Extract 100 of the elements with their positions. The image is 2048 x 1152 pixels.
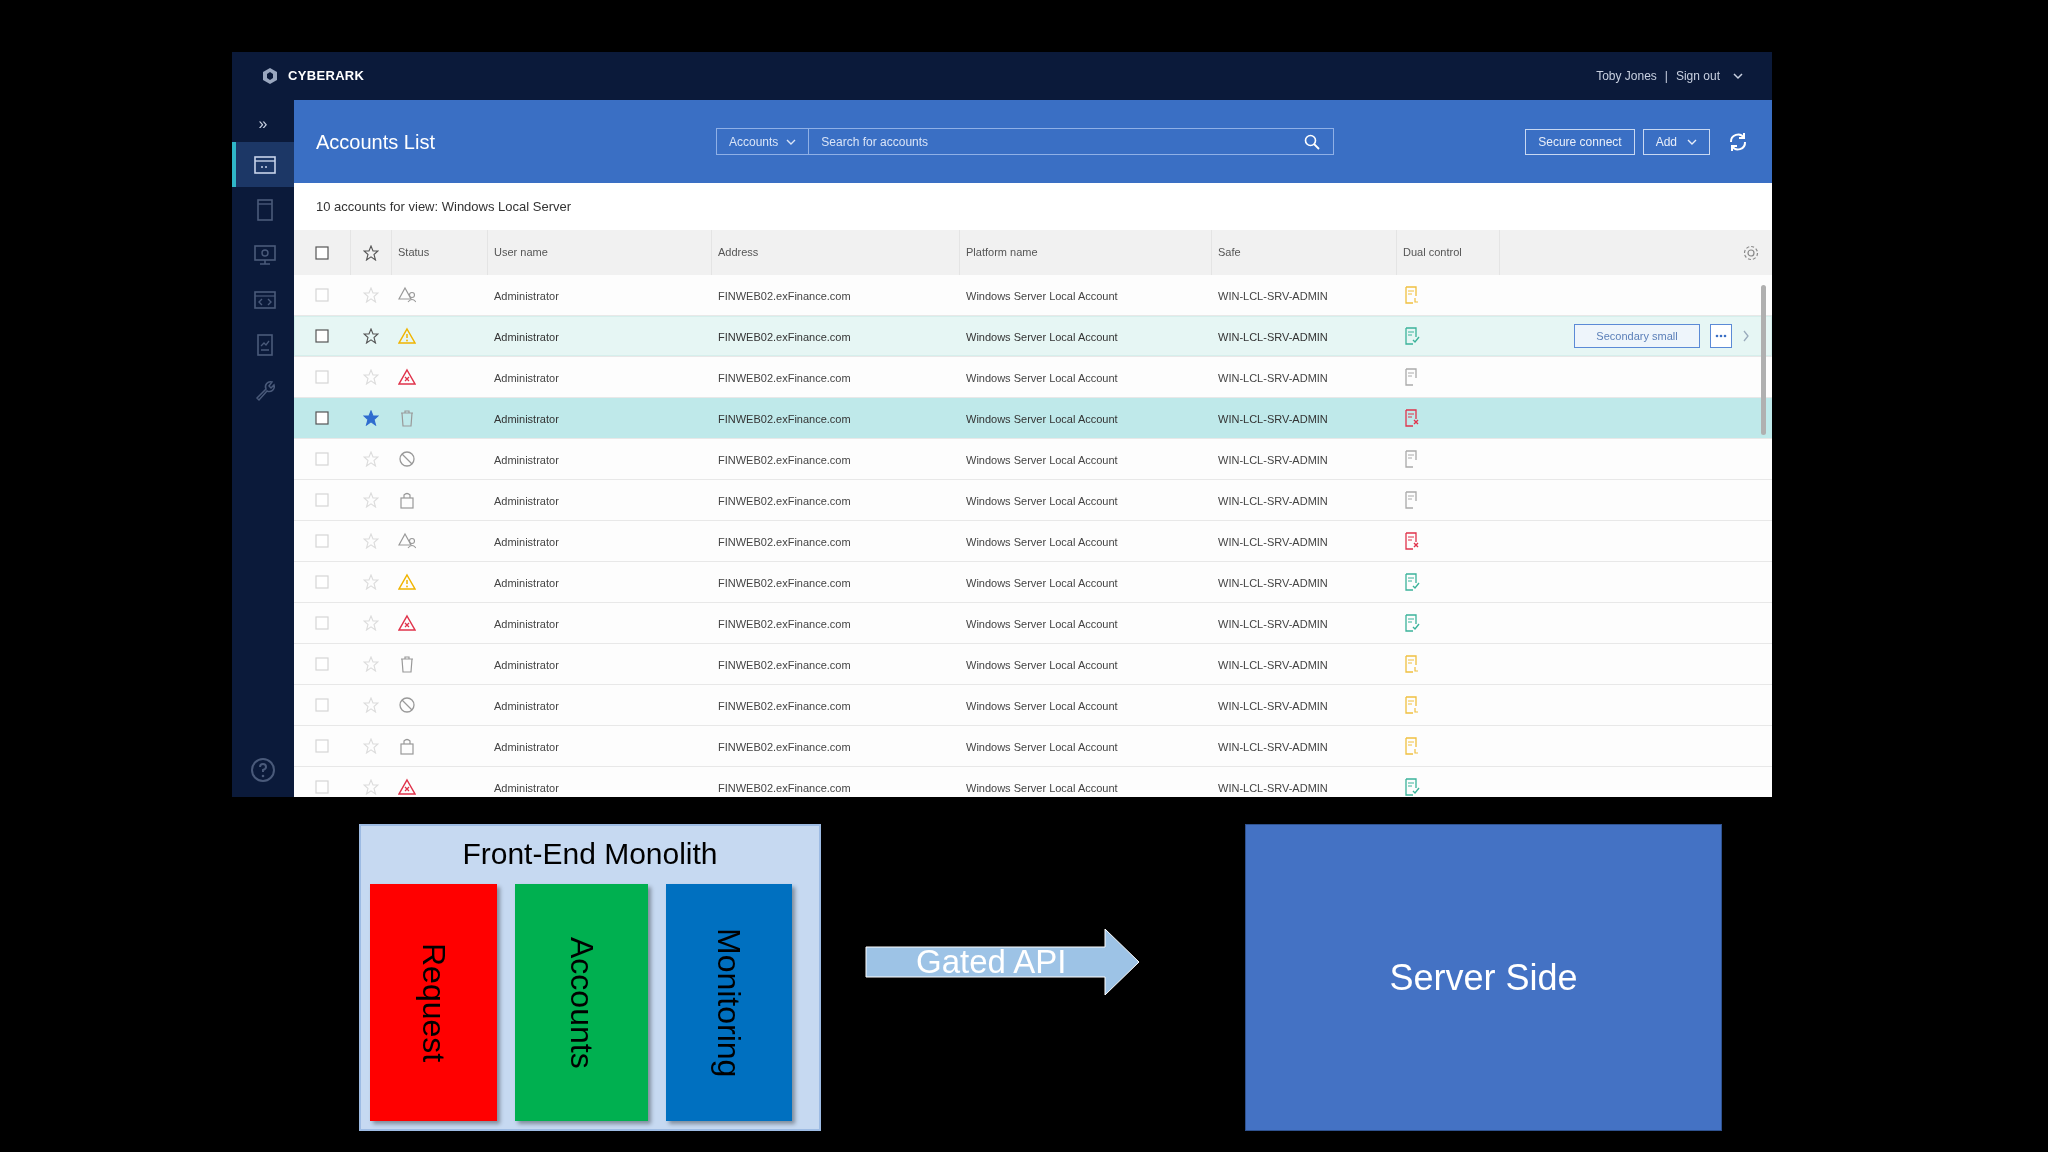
- checkbox[interactable]: [315, 411, 329, 425]
- caret-icon[interactable]: [1732, 70, 1744, 82]
- column-header[interactable]: User name: [494, 244, 548, 261]
- column-header[interactable]: Dual control: [1403, 244, 1462, 261]
- star-icon[interactable]: [363, 244, 379, 261]
- address-cell: FINWEB02.exFinance.com: [718, 741, 851, 753]
- blocked-icon: [398, 450, 416, 468]
- platform-cell: Windows Server Local Account: [966, 290, 1118, 302]
- address-cell: FINWEB02.exFinance.com: [718, 659, 851, 671]
- settings-icon[interactable]: [1742, 243, 1760, 262]
- checkbox[interactable]: [315, 329, 329, 343]
- monolith-title: Front-End Monolith: [462, 836, 718, 872]
- summary-text: 10 accounts for view: Windows Local Server: [316, 197, 572, 216]
- approved-request-icon: [1403, 327, 1421, 345]
- user-name-cell: Administrator: [494, 454, 559, 466]
- help-icon[interactable]: [250, 757, 276, 783]
- address-cell: FINWEB02.exFinance.com: [718, 454, 851, 466]
- platform-cell: Windows Server Local Account: [966, 741, 1118, 753]
- address-cell: FINWEB02.exFinance.com: [718, 536, 851, 548]
- safe-cell: WIN-LCL-SRV-ADMIN: [1218, 372, 1328, 384]
- safe-cell: WIN-LCL-SRV-ADMIN: [1218, 290, 1328, 302]
- add-button[interactable]: Add: [1642, 128, 1710, 155]
- warning-icon: [398, 573, 416, 591]
- safe-cell: WIN-LCL-SRV-ADMIN: [1218, 700, 1328, 712]
- user-name-cell: Administrator: [494, 331, 559, 343]
- sign-out-link[interactable]: Sign out: [1675, 67, 1720, 85]
- user-name-cell: Administrator: [494, 577, 559, 589]
- platform-cell: Windows Server Local Account: [966, 700, 1118, 712]
- approved-request-icon: [1403, 573, 1421, 591]
- user-name[interactable]: Toby Jones: [1596, 67, 1657, 85]
- address-cell: FINWEB02.exFinance.com: [718, 577, 851, 589]
- column-header[interactable]: Platform name: [966, 244, 1038, 261]
- user-name-cell: Administrator: [494, 782, 559, 794]
- platform-cell: Windows Server Local Account: [966, 413, 1118, 425]
- safe-cell: WIN-LCL-SRV-ADMIN: [1218, 782, 1328, 794]
- module-label: Accounts: [562, 936, 601, 1069]
- secure-connect-button[interactable]: Secure connect: [1525, 128, 1635, 155]
- approved-request-icon: [1403, 778, 1421, 796]
- rejected-request-icon: [1403, 409, 1421, 427]
- user-warning-icon: [398, 286, 416, 304]
- user-warning-icon: [398, 532, 416, 550]
- platform-cell: Windows Server Local Account: [966, 536, 1118, 548]
- warning-icon: [398, 327, 416, 345]
- user-name-cell: Administrator: [494, 413, 559, 425]
- platform-cell: Windows Server Local Account: [966, 331, 1118, 343]
- address-cell: FINWEB02.exFinance.com: [718, 331, 851, 343]
- safe-cell: WIN-LCL-SRV-ADMIN: [1218, 577, 1328, 589]
- platform-cell: Windows Server Local Account: [966, 782, 1118, 794]
- safe-cell: WIN-LCL-SRV-ADMIN: [1218, 495, 1328, 507]
- more-icon: [1715, 334, 1727, 338]
- search-icon[interactable]: [1303, 132, 1321, 151]
- secondary-button[interactable]: Secondary small: [1574, 324, 1700, 348]
- safe-cell: WIN-LCL-SRV-ADMIN: [1218, 413, 1328, 425]
- address-cell: FINWEB02.exFinance.com: [718, 413, 851, 425]
- table-row[interactable]: Administrator FINWEB02.exFinance.com Windows Server Local Account WIN-LCL-SRV-ADMIN Secondary small: [294, 316, 1772, 357]
- safe-cell: WIN-LCL-SRV-ADMIN: [1218, 741, 1328, 753]
- user-name-cell: Administrator: [494, 536, 559, 548]
- safe-cell: WIN-LCL-SRV-ADMIN: [1218, 659, 1328, 671]
- user-name-cell: Administrator: [494, 741, 559, 753]
- address-cell: FINWEB02.exFinance.com: [718, 290, 851, 302]
- server-label: Server Side: [1389, 955, 1578, 1000]
- user-name-cell: Administrator: [494, 700, 559, 712]
- star-icon[interactable]: [363, 328, 379, 344]
- approved-request-icon: [1403, 614, 1421, 632]
- logo-icon: [260, 66, 280, 86]
- scrollbar[interactable]: [1761, 285, 1766, 435]
- trash-icon: [398, 409, 416, 427]
- table-row[interactable]: Administrator FINWEB02.exFinance.com Windows Server Local Account WIN-LCL-SRV-ADMIN: [294, 398, 1772, 439]
- safe-cell: WIN-LCL-SRV-ADMIN: [1218, 454, 1328, 466]
- arrow-label: Gated API: [916, 942, 1068, 982]
- checkbox[interactable]: [315, 245, 329, 260]
- expand-button[interactable]: »: [258, 106, 268, 142]
- scope-dropdown[interactable]: Accounts: [716, 128, 810, 155]
- column-header[interactable]: Safe: [1218, 244, 1241, 261]
- lock-icon: [398, 737, 416, 755]
- user-name-cell: Administrator: [494, 372, 559, 384]
- error-icon: [398, 778, 416, 796]
- more-button[interactable]: [1710, 324, 1732, 348]
- safe-cell: WIN-LCL-SRV-ADMIN: [1218, 618, 1328, 630]
- user-name-cell: Administrator: [494, 495, 559, 507]
- platform-cell: Windows Server Local Account: [966, 577, 1118, 589]
- rejected-request-icon: [1403, 532, 1421, 550]
- platform-cell: Windows Server Local Account: [966, 372, 1118, 384]
- star-icon[interactable]: [363, 410, 379, 426]
- user-name-cell: Administrator: [494, 618, 559, 630]
- address-cell: FINWEB02.exFinance.com: [718, 782, 851, 794]
- trash-icon: [398, 655, 416, 673]
- platform-cell: Windows Server Local Account: [966, 659, 1118, 671]
- chevron-icon[interactable]: [1742, 330, 1750, 342]
- lock-icon: [398, 491, 416, 509]
- pending-request-icon: [1403, 696, 1421, 714]
- column-header[interactable]: Address: [718, 244, 759, 261]
- column-header[interactable]: Status: [398, 244, 430, 261]
- platform-cell: Windows Server Local Account: [966, 495, 1118, 507]
- address-cell: FINWEB02.exFinance.com: [718, 372, 851, 384]
- user-name-cell: Administrator: [494, 290, 559, 302]
- module-label: Monitoring: [710, 927, 748, 1078]
- error-icon: [398, 368, 416, 386]
- module-label: Request: [414, 942, 453, 1063]
- safe-cell: WIN-LCL-SRV-ADMIN: [1218, 536, 1328, 548]
